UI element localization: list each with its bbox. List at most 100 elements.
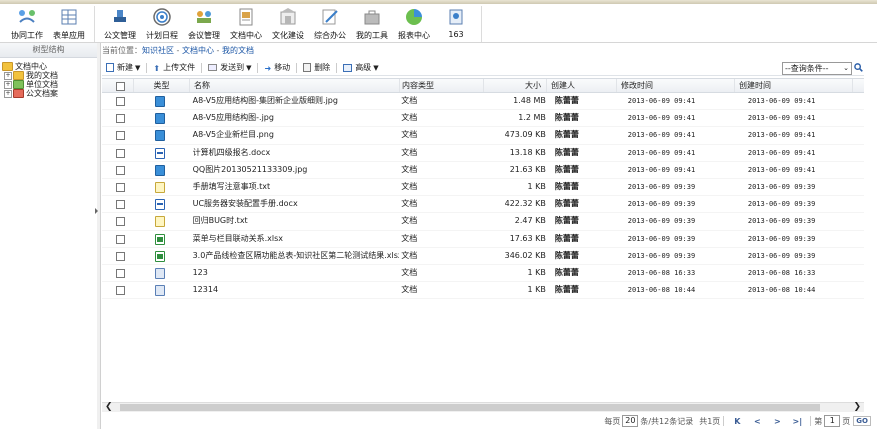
tree-item[interactable]: 文档中心 — [2, 62, 97, 71]
move-button[interactable]: ➜ 移动 — [260, 61, 294, 74]
select-all-checkbox[interactable] — [116, 82, 125, 91]
nav-item[interactable]: 表单应用 — [48, 6, 90, 40]
file-name[interactable]: 12314 — [189, 282, 400, 298]
search-condition-select[interactable]: --查询条件-- ⌄ — [782, 62, 852, 75]
table-row[interactable]: 回归BUG时.txt 文档 2.47 KB 陈蕾蕾 2013-06-09 09:39 20… — [102, 213, 864, 231]
send-to-button[interactable]: 发送到 ▼ — [204, 61, 255, 74]
move-arrow-icon: ➜ — [264, 63, 272, 73]
table-row[interactable]: 计算机四级报名.docx 文档 13.18 KB 陈蕾蕾 2013-06-09 09:4… — [102, 145, 864, 162]
go-button[interactable]: GO — [853, 416, 871, 426]
row-checkbox[interactable] — [116, 114, 125, 124]
advanced-button[interactable]: 高级 ▼ — [339, 61, 382, 74]
scroll-left-icon[interactable]: ❮ — [105, 403, 113, 412]
nav-item[interactable]: 综合办公 — [309, 6, 351, 40]
file-name[interactable]: 手册填写注意事项.txt — [189, 179, 400, 195]
header-type[interactable]: 类型 — [134, 79, 190, 92]
file-type-cell — [133, 196, 188, 212]
page-input[interactable]: 1 — [824, 415, 841, 427]
new-doc-icon — [106, 63, 114, 72]
modified-time: 2013-06-09 09:41 — [627, 148, 696, 157]
table-row[interactable]: A8-V5应用结构图-.jpg 文档 1.2 MB 陈蕾蕾 2013-06-09 09:… — [102, 110, 864, 128]
file-name[interactable]: 123 — [189, 265, 400, 281]
pagination: 每页 20 条/共12条记录 共1页 K < > >| 第 1 页 GO — [102, 414, 877, 428]
row-checkbox[interactable] — [116, 268, 125, 278]
row-checkbox[interactable] — [116, 148, 125, 158]
nav-item[interactable]: 文档中心 — [225, 6, 267, 40]
row-checkbox[interactable] — [116, 217, 125, 227]
nav-item[interactable]: 文化建设 — [267, 6, 309, 40]
breadcrumb-sep: - — [174, 46, 182, 55]
file-name[interactable]: 计算机四级报名.docx — [189, 145, 400, 161]
nav-item[interactable]: 会议管理 — [183, 6, 225, 40]
search-button[interactable] — [853, 62, 863, 73]
file-name[interactable]: A8-V5企业新栏目.png — [189, 127, 400, 143]
tree-item[interactable]: + 公文档案 — [2, 89, 97, 98]
nav-item[interactable]: 163 — [435, 6, 477, 40]
nav-item[interactable]: 协同工作 — [6, 6, 48, 40]
header-name[interactable]: 名称 — [190, 79, 400, 92]
page-prefix: 第 — [814, 416, 823, 426]
per-page-input[interactable]: 20 — [622, 415, 639, 427]
expand-icon[interactable]: + — [4, 71, 12, 80]
header-creator[interactable]: 创建人 — [547, 79, 617, 92]
row-checkbox[interactable] — [116, 234, 125, 244]
file-name[interactable]: 3.0产品线检查区隔功能总表-知识社区第二轮测试结果.xlsx — [189, 248, 400, 264]
table-row[interactable]: 12314 文档 1 KB 陈蕾蕾 2013-06-08 10:44 2013-06-08… — [102, 282, 864, 300]
file-name[interactable]: A8-V5应用结构图-集团新企业版细则.jpg — [189, 93, 400, 109]
header-content-type[interactable]: 内容类型 — [400, 79, 484, 92]
file-type-cell — [133, 179, 188, 195]
table-row[interactable]: A8-V5企业新栏目.png 文档 473.09 KB 陈蕾蕾 2013-06-09 0… — [102, 127, 864, 145]
next-page-button[interactable]: > — [770, 417, 784, 426]
content-type: 文档 — [401, 147, 418, 157]
nav-item[interactable]: 公文管理 — [99, 6, 141, 40]
file-name[interactable]: A8-V5应用结构图-.jpg — [189, 110, 400, 126]
breadcrumb-item-community[interactable]: 知识社区 — [142, 46, 174, 55]
file-name[interactable]: 菜单与栏目联动关系.xlsx — [189, 231, 400, 247]
row-checkbox[interactable] — [116, 200, 125, 210]
row-checkbox[interactable] — [116, 286, 125, 296]
search-condition-value: --查询条件-- — [785, 64, 829, 73]
file-name[interactable]: 回归BUG时.txt — [189, 213, 400, 229]
row-checkbox[interactable] — [116, 165, 125, 175]
nav-item[interactable]: 报表中心 — [393, 6, 435, 40]
upload-button[interactable]: ⬆ 上传文件 — [149, 61, 199, 74]
breadcrumb-item-doc-center[interactable]: 文档中心 — [182, 46, 214, 55]
table-row[interactable]: UC服务器安装配置手册.docx 文档 422.32 KB 陈蕾蕾 2013-06-09… — [102, 196, 864, 214]
file-name[interactable]: UC服务器安装配置手册.docx — [189, 196, 400, 212]
table-row[interactable]: 3.0产品线检查区隔功能总表-知识社区第二轮测试结果.xlsx 文档 346.02 … — [102, 248, 864, 265]
word-file-icon — [155, 199, 166, 211]
nav-item[interactable]: 计划日程 — [141, 6, 183, 40]
header-modified[interactable]: 修改时间 — [617, 79, 735, 92]
created-time: 2013-06-09 09:39 — [747, 234, 816, 243]
delete-button[interactable]: 删除 — [299, 61, 334, 74]
first-page-button[interactable]: K — [730, 417, 744, 426]
table-row[interactable]: 手册填写注意事项.txt 文档 1 KB 陈蕾蕾 2013-06-09 09:39 201… — [102, 179, 864, 197]
row-checkbox[interactable] — [116, 182, 125, 192]
row-checkbox[interactable] — [116, 131, 125, 141]
tree-item[interactable]: + 单位文档 — [2, 80, 97, 89]
expand-icon[interactable]: + — [4, 80, 12, 89]
expand-icon[interactable]: + — [4, 89, 12, 98]
tree-item[interactable]: + 我的文档 — [2, 71, 97, 80]
row-checkbox[interactable] — [116, 251, 125, 261]
breadcrumb-item-my-docs[interactable]: 我的文档 — [222, 46, 254, 55]
horizontal-scrollbar[interactable]: ❮ ❯ — [102, 402, 864, 412]
header-size[interactable]: 大小 — [484, 79, 547, 92]
nav-item[interactable]: 我的工具 — [351, 6, 393, 40]
header-created[interactable]: 创建时间 — [735, 79, 853, 92]
collapse-arrow-icon[interactable] — [95, 208, 98, 214]
new-button[interactable]: 新建 ▼ — [102, 61, 144, 74]
scrollbar-thumb[interactable] — [120, 404, 820, 411]
table-row[interactable]: 菜单与栏目联动关系.xlsx 文档 17.63 KB 陈蕾蕾 2013-06-09 09… — [102, 231, 864, 248]
row-checkbox[interactable] — [116, 97, 125, 106]
file-size: 1 KB — [527, 181, 546, 191]
toolbar-divider — [336, 62, 338, 73]
table-row[interactable]: 123 文档 1 KB 陈蕾蕾 2013-06-08 16:33 2013-06-08 1… — [102, 265, 864, 283]
table-row[interactable]: A8-V5应用结构图-集团新企业版细则.jpg 文档 1.48 MB 陈蕾蕾 2013-… — [102, 93, 864, 111]
scroll-right-icon[interactable]: ❯ — [853, 403, 861, 412]
file-name[interactable]: QQ图片20130521133309.jpg — [189, 162, 400, 178]
last-page-button[interactable]: >| — [790, 417, 804, 426]
prev-page-button[interactable]: < — [750, 417, 764, 426]
table-row[interactable]: QQ图片20130521133309.jpg 文档 21.63 KB 陈蕾蕾 2013-… — [102, 162, 864, 179]
panel-splitter[interactable] — [95, 43, 101, 429]
